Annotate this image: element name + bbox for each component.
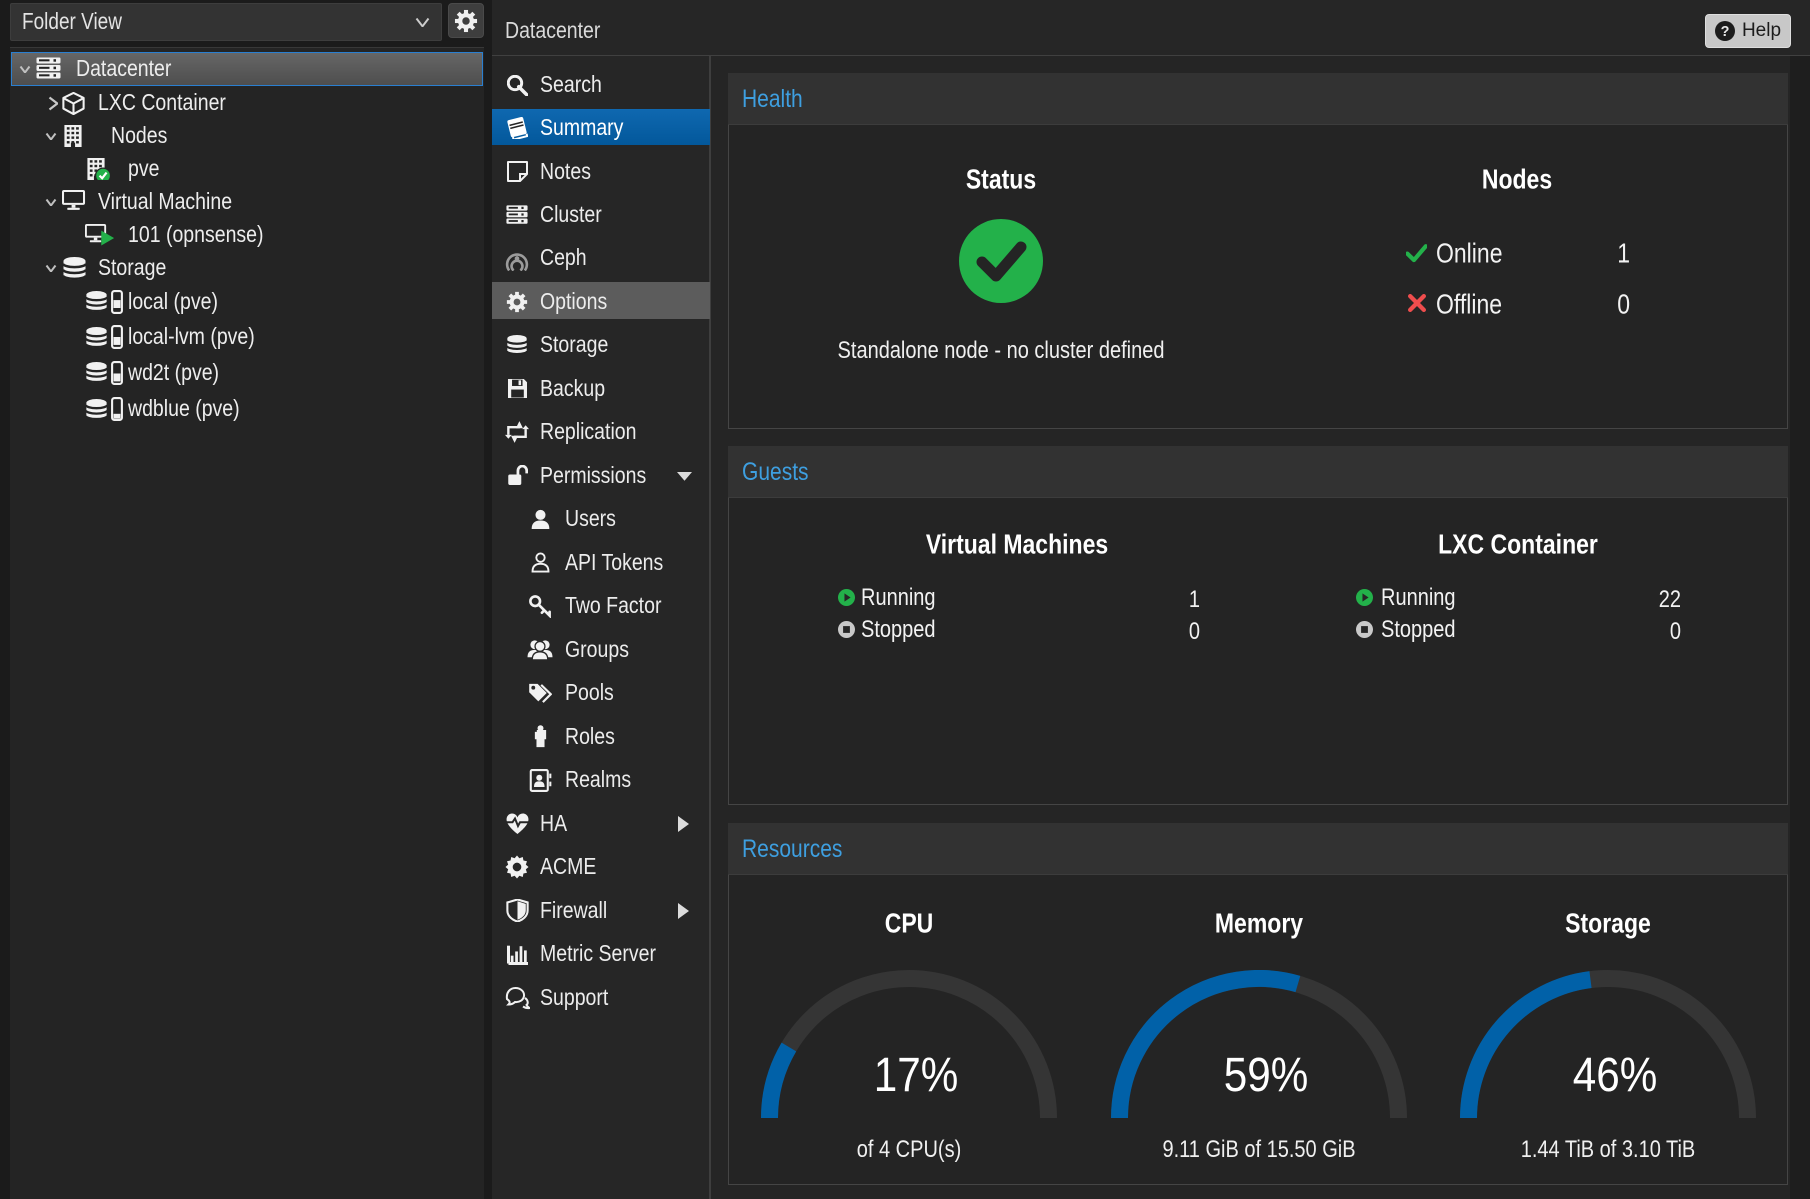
svg-text:?: ? — [1721, 24, 1730, 40]
